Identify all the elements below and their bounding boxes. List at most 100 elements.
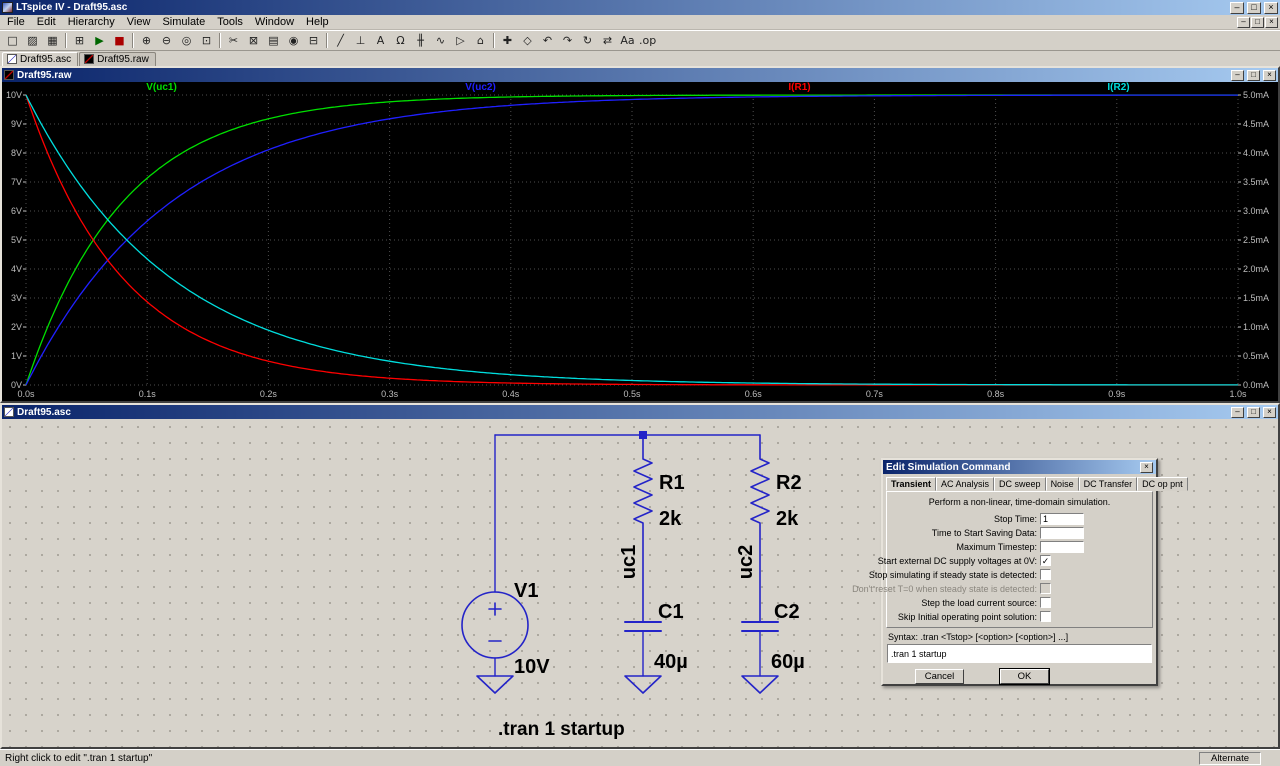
dialog-tab-dc-op-pnt[interactable]: DC op pnt — [1137, 477, 1188, 491]
menu-help[interactable]: Help — [300, 16, 335, 28]
resistor-r1[interactable] — [633, 434, 653, 623]
trace-label-I(R2)[interactable]: I(R2) — [1107, 82, 1129, 93]
toolbar-find-button[interactable]: ◉ — [284, 32, 303, 49]
menu-hierarchy[interactable]: Hierarchy — [62, 16, 121, 28]
dialog-tab-dc-transfer[interactable]: DC Transfer — [1078, 477, 1138, 491]
menu-tools[interactable]: Tools — [211, 16, 249, 28]
close-button[interactable]: × — [1264, 1, 1278, 14]
toolbar-zoom-in-button[interactable]: ⊕ — [137, 32, 156, 49]
toolbar-wire-button[interactable]: ╱ — [331, 32, 350, 49]
waveform-close-button[interactable]: × — [1263, 69, 1276, 81]
label-v1-value[interactable]: 10V — [514, 656, 550, 678]
label-c1-value[interactable]: 40µ — [654, 651, 688, 673]
toolbar-drag-button[interactable]: ◇ — [518, 32, 537, 49]
label-r2-name[interactable]: R2 — [776, 472, 802, 494]
net-label-uc2[interactable]: uc2 — [735, 545, 757, 579]
checkbox-4[interactable] — [1040, 611, 1051, 622]
toolbar-capacitor-button[interactable]: ╫ — [411, 32, 430, 49]
toolbar-new-schematic-button[interactable]: □ — [3, 32, 22, 49]
toolbar-halt-simulation-button[interactable]: ■ — [110, 32, 129, 49]
toolbar-copy-button[interactable]: ⊠ — [244, 32, 263, 49]
field-input-0[interactable] — [1040, 512, 1084, 525]
toolbar-undo-button[interactable]: ↶ — [538, 32, 557, 49]
toolbar-print-button[interactable]: ⊟ — [304, 32, 323, 49]
menu-edit[interactable]: Edit — [31, 16, 62, 28]
toolbar-ground-button[interactable]: ⊥ — [351, 32, 370, 49]
toolbar-zoom-out-button[interactable]: ⊖ — [157, 32, 176, 49]
minimize-button[interactable]: – — [1230, 1, 1244, 14]
toolbar-autorange-button[interactable]: ⊡ — [197, 32, 216, 49]
toolbar-rotate-button[interactable]: ↻ — [578, 32, 597, 49]
menu-file[interactable]: File — [1, 16, 31, 28]
label-r1-name[interactable]: R1 — [659, 472, 685, 494]
trace-label-V(uc2)[interactable]: V(uc2) — [465, 82, 496, 93]
mdi-minimize-button[interactable]: – — [1237, 16, 1250, 28]
dialog-tab-ac-analysis[interactable]: AC Analysis — [936, 477, 995, 491]
titlebar[interactable]: LTspice IV - Draft95.asc – □ × — [0, 0, 1280, 15]
dialog-tab-noise[interactable]: Noise — [1045, 477, 1079, 491]
mdi-restore-button[interactable]: □ — [1251, 16, 1264, 28]
toolbar-open-file-button[interactable]: ▨ — [23, 32, 42, 49]
toolbar-save-button[interactable]: ▦ — [43, 32, 62, 49]
ground-symbol[interactable] — [741, 675, 779, 694]
ground-symbol[interactable] — [624, 675, 662, 694]
label-v1-name[interactable]: V1 — [514, 580, 538, 602]
label-r1-value[interactable]: 2k — [659, 508, 682, 530]
menu-window[interactable]: Window — [249, 16, 300, 28]
menu-simulate[interactable]: Simulate — [156, 16, 211, 28]
checkbox-3[interactable] — [1040, 597, 1051, 608]
toolbar-spice-directive-button[interactable]: .op — [638, 32, 657, 49]
schematic-minimize-button[interactable]: – — [1231, 406, 1244, 418]
ground-symbol[interactable] — [476, 675, 514, 694]
schematic-close-button[interactable]: × — [1263, 406, 1276, 418]
maximize-button[interactable]: □ — [1247, 1, 1261, 14]
label-c2-name[interactable]: C2 — [774, 601, 800, 623]
toolbar-resistor-button[interactable]: Ω — [391, 32, 410, 49]
spice-directive-text[interactable]: .tran 1 startup — [498, 719, 625, 740]
checkbox-0[interactable]: ✓ — [1040, 555, 1051, 566]
document-tab-draft95.asc[interactable]: Draft95.asc — [2, 52, 79, 66]
trace-label-I(R1)[interactable]: I(R1) — [788, 82, 810, 93]
toolbar-move-button[interactable]: ✚ — [498, 32, 517, 49]
wire-top[interactable] — [494, 431, 761, 439]
label-c2-value[interactable]: 60µ — [771, 651, 805, 673]
net-label-uc1[interactable]: uc1 — [618, 545, 640, 579]
mdi-close-button[interactable]: × — [1265, 16, 1278, 28]
toolbar-redo-button[interactable]: ↷ — [558, 32, 577, 49]
checkbox-1[interactable] — [1040, 569, 1051, 580]
dialog-tab-transient[interactable]: Transient — [886, 477, 937, 491]
toolbar-paste-button[interactable]: ▤ — [264, 32, 283, 49]
field-input-1[interactable] — [1040, 526, 1084, 539]
simulation-command-input[interactable] — [887, 644, 1152, 663]
toolbar-run-simulation-button[interactable]: ▶ — [90, 32, 109, 49]
toolbar-component-button[interactable]: ⌂ — [471, 32, 490, 49]
schematic-window-titlebar[interactable]: Draft95.asc – □ × — [2, 405, 1278, 419]
waveform-window-titlebar[interactable]: Draft95.raw – □ × — [2, 68, 1278, 82]
label-c1-name[interactable]: C1 — [658, 601, 684, 623]
toolbar-zoom-full-extents-button[interactable]: ◎ — [177, 32, 196, 49]
toolbar-control-panel-button[interactable]: ⊞ — [70, 32, 89, 49]
dialog-close-button[interactable]: × — [1140, 461, 1153, 473]
label-r2-value[interactable]: 2k — [776, 508, 799, 530]
voltage-source-v1[interactable] — [461, 434, 529, 694]
waveform-minimize-button[interactable]: – — [1231, 69, 1244, 81]
field-input-2[interactable] — [1040, 540, 1084, 553]
toolbar-mirror-button[interactable]: ⇄ — [598, 32, 617, 49]
toolbar-label-net-button[interactable]: A — [371, 32, 390, 49]
document-tab-draft95.raw[interactable]: Draft95.raw — [79, 52, 156, 66]
cancel-button[interactable]: Cancel — [915, 669, 964, 684]
toolbar-text-button[interactable]: Aa — [618, 32, 637, 49]
toolbar-inductor-button[interactable]: ∿ — [431, 32, 450, 49]
resistor-r2[interactable] — [750, 434, 770, 623]
ok-button[interactable]: OK — [999, 668, 1050, 685]
toolbar-diode-button[interactable]: ▷ — [451, 32, 470, 49]
menu-view[interactable]: View — [121, 16, 157, 28]
dialog-tab-dc-sweep[interactable]: DC sweep — [994, 477, 1046, 491]
schematic-maximize-button[interactable]: □ — [1247, 406, 1260, 418]
dialog-titlebar[interactable]: Edit Simulation Command × — [883, 460, 1156, 474]
checkbox-2[interactable] — [1040, 583, 1051, 594]
toolbar-cut-button[interactable]: ✂ — [224, 32, 243, 49]
waveform-maximize-button[interactable]: □ — [1247, 69, 1260, 81]
waveform-plot[interactable]: 10V9V8V7V6V5V4V3V2V1V0V5.0mA4.5mA4.0mA3.… — [2, 82, 1278, 401]
trace-label-V(uc1)[interactable]: V(uc1) — [146, 82, 177, 93]
